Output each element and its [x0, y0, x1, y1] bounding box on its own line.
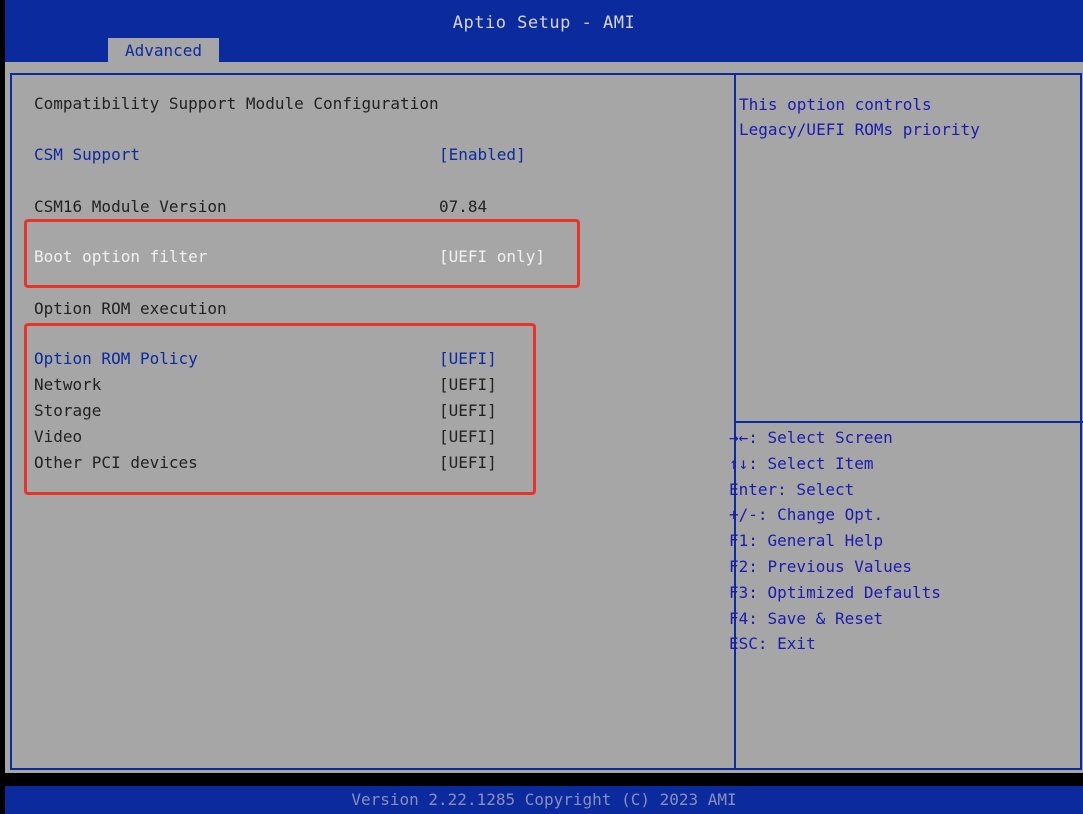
header-bar: Aptio Setup - AMI Advanced: [5, 0, 1083, 62]
help-divider: [736, 421, 1083, 423]
csm-support-value[interactable]: [Enabled]: [439, 145, 526, 164]
footer-bar: Version 2.22.1285 Copyright (C) 2023 AMI: [5, 786, 1083, 814]
section-title: Compatibility Support Module Configurati…: [34, 94, 439, 113]
annotation-box-option-rom: [24, 323, 536, 495]
csm16-version-value: 07.84: [439, 197, 488, 216]
key-help-list: →←: Select Screen ↑↓: Select Item Enter:…: [729, 425, 941, 657]
key-help-item: F1: General Help: [729, 531, 884, 551]
csm16-version-label: CSM16 Module Version: [34, 197, 227, 216]
key-help-item: +/-: Change Opt.: [729, 505, 884, 525]
key-help-item: F3: Optimized Defaults: [729, 582, 941, 602]
annotation-box-boot-filter: [24, 219, 580, 288]
key-help-item: Enter: Select: [729, 479, 855, 499]
option-rom-execution-heading: Option ROM execution: [34, 299, 227, 318]
version-text: Version 2.22.1285 Copyright (C) 2023 AMI: [351, 790, 737, 809]
key-help-item: F4: Save & Reset: [729, 608, 884, 628]
csm-support-label[interactable]: CSM Support: [34, 145, 140, 164]
help-text: This option controls Legacy/UEFI ROMs pr…: [739, 95, 980, 139]
tab-advanced[interactable]: Advanced: [108, 38, 219, 62]
key-help-item: ↑↓: Select Item: [729, 453, 874, 473]
key-help-item: ESC: Exit: [729, 634, 816, 654]
key-help-item: →←: Select Screen: [729, 428, 893, 447]
key-help-item: F2: Previous Values: [729, 556, 913, 576]
app-title: Aptio Setup - AMI: [452, 13, 636, 33]
